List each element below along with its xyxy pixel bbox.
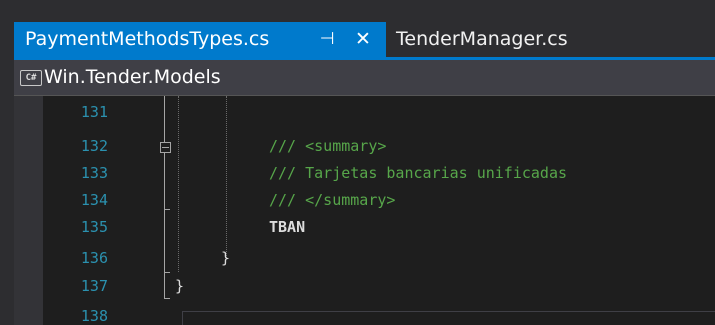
line-number: 133: [80, 164, 108, 182]
code-editor[interactable]: 131 132 /// <summary> 133 /// Tarjetas b…: [14, 96, 715, 325]
code-line: 133 /// Tarjetas bancarias unificadas: [14, 160, 715, 187]
pin-icon[interactable]: ⊣: [316, 22, 338, 57]
tab-payment-methods-types[interactable]: PaymentMethodsTypes.cs ⊣ ✕: [14, 22, 386, 57]
line-number: 134: [80, 191, 108, 209]
line-number: 132: [80, 137, 108, 155]
project-dropdown-label[interactable]: Win.Tender.Models: [44, 60, 221, 95]
line-number: 131: [80, 103, 108, 121]
code-line: 132 /// <summary>: [14, 133, 715, 160]
line-code: /// </summary>: [269, 191, 396, 209]
line-code: TBAN: [269, 218, 306, 236]
line-number: 138: [80, 307, 108, 325]
line-code: }: [221, 249, 231, 267]
line-number: 136: [80, 249, 108, 267]
code-line: 134 /// </summary>: [14, 187, 715, 214]
tab-label: PaymentMethodsTypes.cs: [25, 28, 270, 50]
tab-label: TenderManager.cs: [396, 28, 568, 50]
line-number: 135: [80, 218, 108, 236]
line-code: /// <summary>: [269, 137, 387, 155]
code-line: 135 TBAN: [14, 214, 715, 241]
code-line: 136 }: [14, 245, 715, 272]
document-tab-bar: PaymentMethodsTypes.cs ⊣ ✕ TenderManager…: [0, 0, 715, 57]
close-icon[interactable]: ✕: [352, 22, 374, 57]
editor-border: [182, 311, 715, 325]
csharp-project-icon: C#: [20, 70, 42, 86]
code-line: 137 }: [14, 273, 715, 300]
line-code: /// Tarjetas bancarias unificadas: [269, 164, 568, 182]
navigation-bar[interactable]: C# Win.Tender.Models: [14, 60, 715, 95]
tab-tender-manager[interactable]: TenderManager.cs: [386, 22, 606, 57]
line-code: }: [175, 277, 185, 295]
code-line: 131: [14, 99, 715, 126]
line-number: 137: [80, 277, 108, 295]
